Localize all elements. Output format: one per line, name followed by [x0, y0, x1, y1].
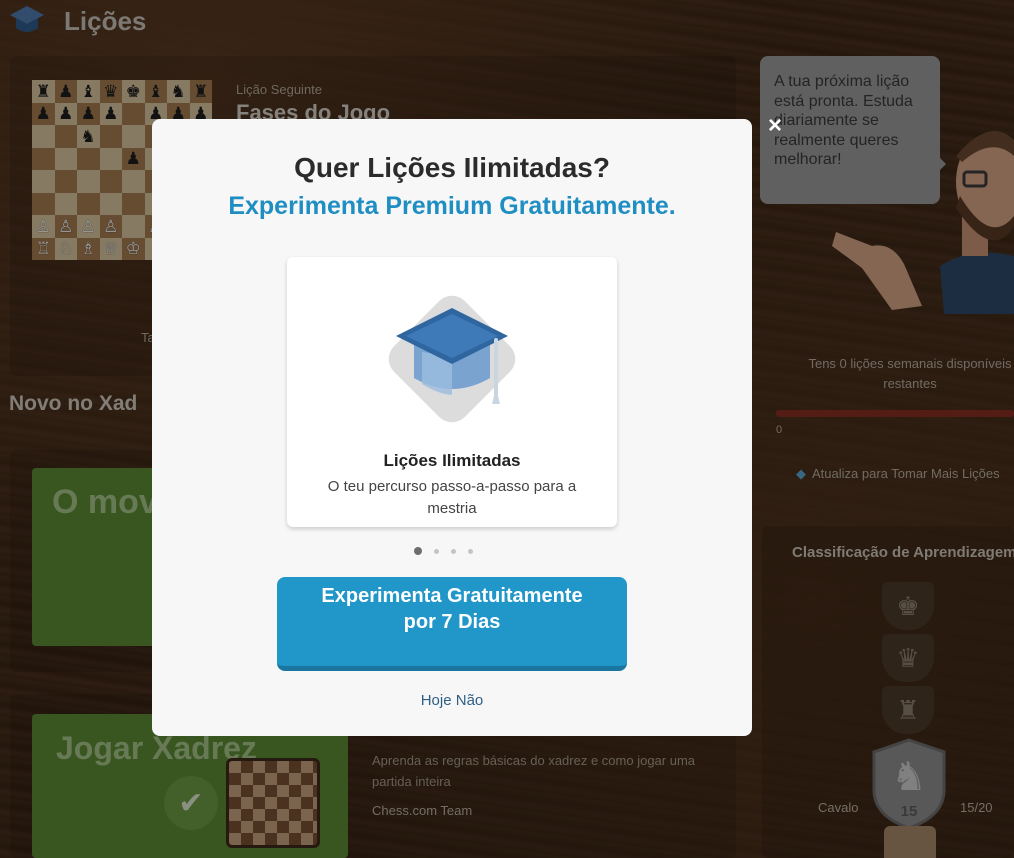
feature-description: O teu percurso passo-a-passo para a mest…: [327, 478, 577, 517]
carousel-dots[interactable]: [414, 546, 494, 556]
modal-title: Quer Lições Ilimitadas?: [294, 152, 610, 183]
free-trial-button[interactable]: Experimenta Gratuitamente por 7 Dias: [277, 577, 627, 671]
feature-title: Lições Ilimitadas: [383, 451, 521, 470]
carousel-dot[interactable]: [414, 547, 422, 555]
carousel-dot[interactable]: [468, 548, 473, 554]
close-icon[interactable]: ×: [764, 114, 786, 138]
modal-subtitle: Experimenta Premium Gratuitamente.: [228, 192, 676, 220]
graduation-cap-icon: [388, 295, 516, 423]
carousel-dot[interactable]: [434, 548, 439, 554]
not-now-link[interactable]: Hoje Não: [152, 692, 752, 709]
carousel-dot[interactable]: [451, 548, 456, 554]
